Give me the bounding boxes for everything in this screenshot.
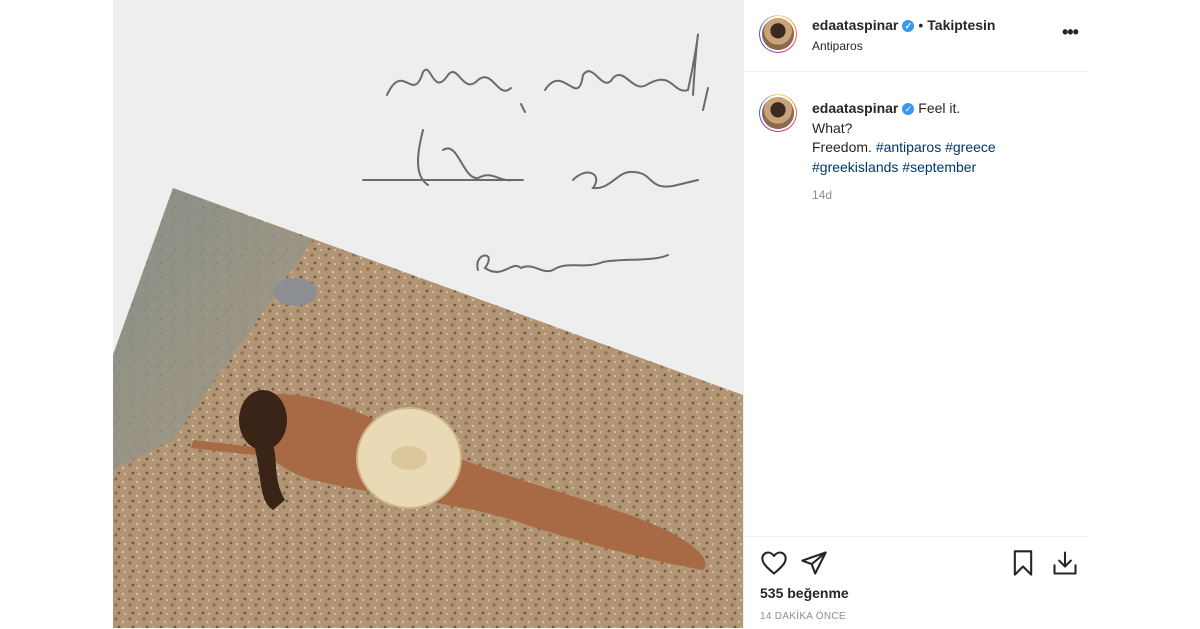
header-username[interactable]: edaataspinar [812, 17, 898, 33]
action-bar: 535 beğenme 14 DAKİKA ÖNCE [744, 536, 1089, 629]
heart-icon[interactable] [760, 549, 788, 577]
hashtag-link[interactable]: #antiparos [876, 139, 941, 155]
avatar[interactable] [759, 15, 797, 53]
verified-badge-icon: ✓ [902, 20, 915, 32]
instagram-post: edaataspinar ✓ • Takiptesin Antiparos ••• e… [113, 0, 1089, 628]
more-options-icon[interactable]: ••• [1062, 22, 1079, 43]
caption-line-1: Feel it. [918, 100, 961, 116]
follow-status-button[interactable]: Takiptesin [927, 17, 995, 33]
caption-avatar[interactable] [759, 94, 797, 132]
download-icon[interactable] [1051, 549, 1079, 577]
likes-count[interactable]: 535 beğenme [760, 585, 849, 601]
separator-dot: • [918, 17, 924, 33]
caption-timestamp: 14d [812, 188, 833, 202]
hashtag-link[interactable]: #greekislands [812, 159, 898, 175]
hashtag-link[interactable]: #greece [945, 139, 996, 155]
caption-username[interactable]: edaataspinar [812, 100, 898, 116]
caption-line-2: What? [812, 119, 853, 136]
bookmark-icon[interactable] [1009, 549, 1037, 577]
post-sidebar: edaataspinar ✓ • Takiptesin Antiparos ••• e… [743, 0, 1089, 628]
caption-line-3: Freedom. [812, 139, 872, 155]
share-icon[interactable] [800, 549, 828, 577]
hashtag-link[interactable]: #september [902, 159, 976, 175]
post-time-ago: 14 DAKİKA ÖNCE [760, 611, 846, 622]
verified-badge-icon: ✓ [902, 103, 915, 115]
header-user-line: edaataspinar ✓ • Takiptesin [812, 17, 995, 33]
post-image[interactable] [113, 0, 743, 628]
location-link[interactable]: Antiparos [812, 39, 863, 53]
caption-body: edaataspinar ✓ Feel it. What? Freedom. #a… [812, 99, 1072, 177]
post-photo-collage [113, 0, 743, 628]
post-header: edaataspinar ✓ • Takiptesin Antiparos ••• [744, 0, 1089, 72]
